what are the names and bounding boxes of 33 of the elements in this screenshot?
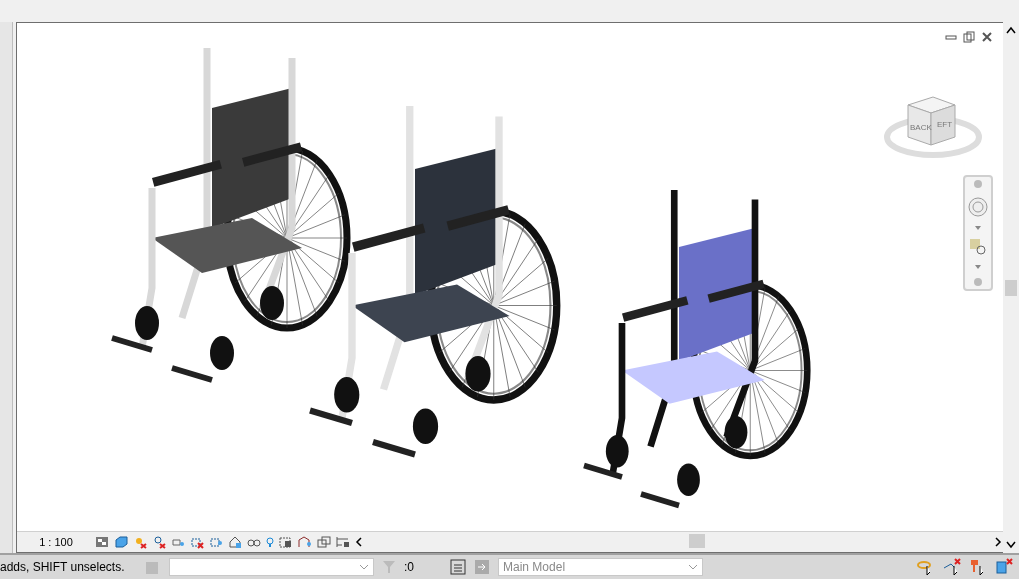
caret-icon[interactable] — [975, 225, 981, 230]
restore-icon[interactable] — [963, 30, 975, 43]
zoom-icon[interactable] — [969, 238, 987, 257]
scroll-thumb[interactable] — [1005, 279, 1017, 296]
close-icon[interactable] — [981, 30, 993, 43]
chevron-down-icon — [688, 563, 698, 572]
wheel-icon[interactable] — [968, 196, 988, 217]
dimension-lock-icon[interactable] — [336, 535, 350, 550]
cube-face-label: BACK — [910, 122, 932, 132]
underlay-cursor-icon[interactable] — [943, 558, 961, 577]
scale-label[interactable]: 1 : 100 — [17, 536, 95, 549]
chevron-down-icon[interactable] — [1006, 541, 1016, 550]
shadow-icon[interactable] — [152, 535, 166, 550]
list-icon[interactable] — [450, 559, 466, 576]
chevron-down-icon — [359, 563, 369, 572]
crop-light-icon[interactable] — [209, 535, 223, 550]
status-message: adds, SHIFT unselects. — [0, 560, 126, 575]
cube-face-label: EFT — [937, 119, 953, 129]
checker-icon[interactable] — [95, 535, 109, 550]
model-dropdown[interactable]: Main Model — [498, 558, 703, 577]
scroll-thumb[interactable] — [689, 534, 705, 549]
house-lock-icon[interactable] — [228, 535, 242, 550]
sun-icon[interactable] — [133, 535, 147, 550]
cube-icon[interactable] — [114, 535, 128, 550]
boxes-icon[interactable] — [317, 535, 331, 550]
face-cursor-icon[interactable] — [995, 558, 1013, 577]
bulb-icon[interactable] — [266, 535, 274, 550]
selection-count: :0 — [404, 560, 414, 575]
chevron-up-icon[interactable] — [1006, 25, 1016, 34]
crop-icon[interactable] — [190, 535, 204, 550]
temporary-view-icon[interactable] — [279, 535, 293, 550]
caret-icon[interactable] — [975, 265, 981, 270]
arrow-box-icon[interactable] — [474, 559, 490, 576]
